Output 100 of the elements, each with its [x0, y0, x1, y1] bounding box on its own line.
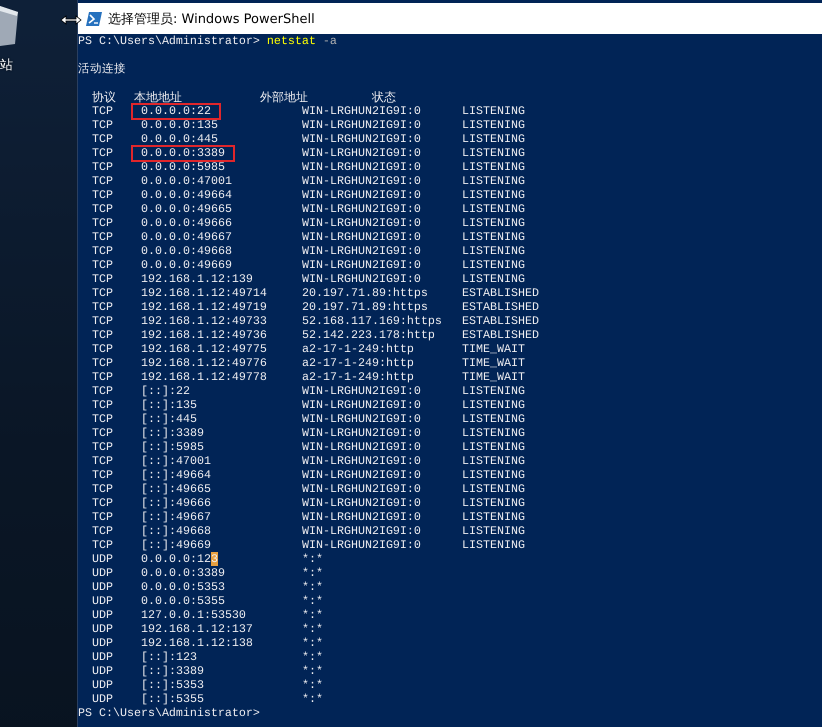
table-cell-text: TCP [92, 160, 114, 174]
table-cell-text: 20.197.71.89:https [302, 300, 429, 314]
table-cell: LISTENING [462, 188, 525, 202]
table-cell: [::]:5355 [141, 692, 204, 706]
table-cell-text: TCP [92, 258, 114, 272]
table-cell-text: WIN-LRGHUN2IG9I:0 [302, 426, 422, 440]
table-cell: LISTENING [462, 174, 525, 188]
table-cell-text: WIN-LRGHUN2IG9I:0 [302, 398, 422, 412]
table-cell: LISTENING [462, 132, 525, 146]
table-cell: 0.0.0.0:3389 [131, 145, 235, 162]
column-header: 本地地址 [134, 90, 183, 104]
table-cell: [::]:49666 [141, 496, 211, 510]
table-cell: 0.0.0.0:49665 [141, 202, 232, 216]
table-cell: LISTENING [462, 202, 525, 216]
table-cell-text: TCP [92, 216, 114, 230]
table-cell-text: TCP [92, 202, 114, 216]
table-cell-text: *:* [302, 580, 324, 594]
table-cell-text: TCP [92, 412, 114, 426]
table-cell: 0.0.0.0:445 [141, 132, 218, 146]
table-cell: LISTENING [462, 160, 525, 174]
table-cell-text: WIN-LRGHUN2IG9I:0 [302, 384, 422, 398]
table-cell: LISTENING [462, 244, 525, 258]
table-cell-text: 52.142.223.178:http [302, 328, 436, 342]
table-cell: LISTENING [462, 146, 525, 160]
table-cell-text: WIN-LRGHUN2IG9I:0 [302, 440, 422, 454]
table-cell-text: *:* [302, 692, 324, 706]
table-cell-text: UDP [92, 650, 114, 664]
table-cell-text: TCP [92, 328, 114, 342]
table-cell: LISTENING [462, 426, 525, 440]
table-cell: ESTABLISHED [462, 328, 539, 342]
table-cell-text: WIN-LRGHUN2IG9I:0 [302, 454, 422, 468]
table-cell-text: WIN-LRGHUN2IG9I:0 [302, 524, 422, 538]
table-cell-text: *:* [302, 678, 324, 692]
table-cell-text: WIN-LRGHUN2IG9I:0 [302, 510, 422, 524]
table-cell: 0.0.0.0:5355 [141, 594, 225, 608]
table-cell: [::]:135 [141, 398, 197, 412]
table-cell-text: WIN-LRGHUN2IG9I:0 [302, 146, 422, 160]
table-cell-text: WIN-LRGHUN2IG9I:0 [302, 496, 422, 510]
table-cell-text: TCP [92, 314, 114, 328]
table-cell: 192.168.1.12:49778 [141, 370, 267, 384]
table-cell: LISTENING [462, 454, 525, 468]
table-cell: 0.0.0.0:47001 [141, 174, 232, 188]
table-cell-text: *:* [302, 664, 324, 678]
table-cell: TIME_WAIT [462, 370, 525, 384]
section-heading: 活动连接 [78, 62, 126, 76]
table-cell: LISTENING [462, 524, 525, 538]
table-cell-text: WIN-LRGHUN2IG9I:0 [302, 482, 422, 496]
table-cell: LISTENING [462, 258, 525, 272]
table-cell: 0.0.0.0:135 [141, 118, 218, 132]
table-cell-text: WIN-LRGHUN2IG9I:0 [302, 258, 422, 272]
table-cell-text: 20.197.71.89:https [302, 286, 429, 300]
table-cell-text: TCP [92, 174, 114, 188]
table-cell-text: WIN-LRGHUN2IG9I:0 [302, 412, 422, 426]
table-cell-text: TCP [92, 118, 114, 132]
table-cell-text: 52.168.117.169:https [302, 314, 443, 328]
table-cell-text: TCP [92, 300, 114, 314]
table-cell: 192.168.1.12:139 [141, 272, 253, 286]
table-cell-text: UDP [92, 594, 114, 608]
table-cell-text: TCP [92, 188, 114, 202]
table-cell-text: TCP [92, 524, 114, 538]
table-cell: [::]:3389 [141, 426, 204, 440]
table-cell: LISTENING [462, 510, 525, 524]
table-cell: 0.0.0.0:22 [131, 103, 221, 120]
table-cell-text: TCP [92, 370, 114, 384]
column-header: 状态 [372, 90, 396, 104]
table-cell: 192.168.1.12:49733 [141, 314, 267, 328]
table-cell-text: TCP [92, 482, 114, 496]
table-cell: 192.168.1.12:137 [141, 622, 253, 636]
table-cell: LISTENING [462, 104, 525, 118]
table-cell-text: WIN-LRGHUN2IG9I:0 [302, 132, 422, 146]
table-cell: [::]:49669 [141, 538, 211, 552]
table-cell-text: WIN-LRGHUN2IG9I:0 [302, 468, 422, 482]
table-cell-text: WIN-LRGHUN2IG9I:0 [302, 538, 422, 552]
table-cell-text: *:* [302, 566, 324, 580]
table-cell: [::]:445 [141, 412, 197, 426]
table-cell: 0.0.0.0:49669 [141, 258, 232, 272]
table-cell: LISTENING [462, 230, 525, 244]
column-header: 协议 [92, 90, 117, 104]
table-cell-text: UDP [92, 566, 114, 580]
table-cell: LISTENING [462, 440, 525, 454]
table-cell-text: TCP [92, 342, 114, 356]
table-cell-text: WIN-LRGHUN2IG9I:0 [302, 230, 422, 244]
powershell-icon [86, 12, 102, 26]
table-cell-text: *:* [302, 650, 324, 664]
table-cell: LISTENING [462, 482, 525, 496]
table-cell: LISTENING [462, 118, 525, 132]
table-cell: ESTABLISHED [462, 300, 539, 314]
table-cell: TIME_WAIT [462, 342, 525, 356]
table-cell: 0.0.0.0:5985 [141, 160, 225, 174]
table-cell: TIME_WAIT [462, 356, 525, 370]
table-cell-text: TCP [92, 496, 114, 510]
table-cell: [::]:49664 [141, 468, 211, 482]
table-cell: [::]:5985 [141, 440, 204, 454]
table-cell-text: TCP [92, 104, 114, 118]
table-cell-text: WIN-LRGHUN2IG9I:0 [302, 188, 422, 202]
column-header: 外部地址 [260, 90, 309, 104]
table-cell-text: TCP [92, 146, 114, 160]
table-cell: 192.168.1.12:138 [141, 636, 253, 650]
table-cell: [::]:49668 [141, 524, 211, 538]
table-cell-text: TCP [92, 398, 114, 412]
